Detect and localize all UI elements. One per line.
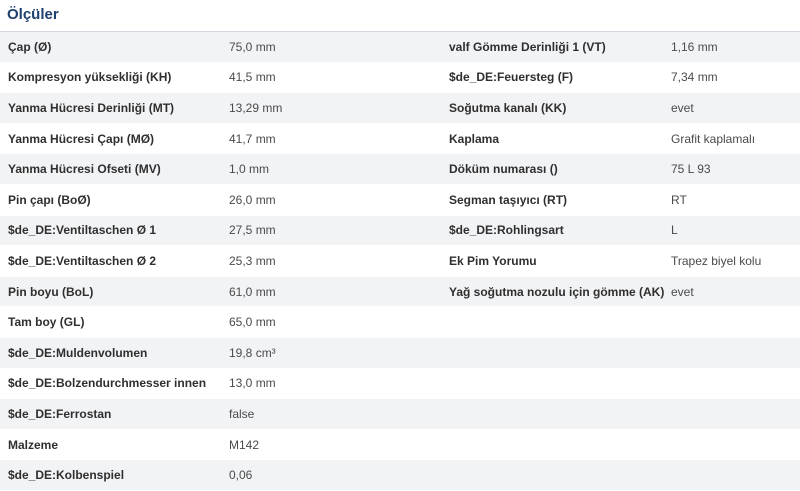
spec-value: false: [229, 406, 255, 421]
table-row: Kompresyon yüksekliği (KH) 41,5 mm $de_DE:…: [0, 62, 800, 94]
spec-value: Grafit kaplamalı: [671, 131, 756, 146]
spec-value: 0,06: [229, 468, 253, 483]
spec-value: evet: [671, 284, 694, 299]
spec-value: 27,5 mm: [229, 223, 276, 238]
spec-value: 26,0 mm: [229, 192, 276, 207]
spec-value: 1,16 mm: [671, 39, 718, 54]
spec-value: 1,0 mm: [229, 162, 270, 177]
spec-label: Tam boy (GL): [8, 315, 85, 330]
spec-label: Çap (Ø): [8, 39, 52, 54]
spec-label: Yağ soğutma nozulu için gömme (AK): [449, 284, 665, 299]
table-row: Pin çapı (BoØ) 26,0 mm Segman taşıyıcı (RT…: [0, 184, 800, 216]
spec-label: Yanma Hücresi Derinliği (MT): [8, 100, 175, 115]
spec-value: 7,34 mm: [671, 70, 718, 85]
table-row: $de_DE:Ventiltaschen Ø 1 27,5 mm $de_DE:Ro…: [0, 215, 800, 247]
table-row: Yanma Hücresi Ofseti (MV) 1,0 mm Döküm num…: [0, 154, 800, 185]
spec-label: Kompresyon yüksekliği (KH): [8, 70, 172, 85]
spec-value: RT: [671, 192, 687, 207]
spec-value: 19,8 cm³: [229, 345, 276, 360]
table-row: Yanma Hücresi Derinliği (MT) 13,29 mm Soğu…: [0, 93, 800, 124]
spec-label: Pin çapı (BoØ): [8, 192, 91, 207]
spec-value: L: [671, 223, 678, 238]
spec-label: Kaplama: [449, 131, 500, 146]
spec-value: M142: [229, 437, 260, 452]
spec-label: Ek Pim Yorumu: [449, 253, 537, 268]
table-row: $de_DE:Ferrostan false: [0, 399, 800, 430]
spec-label: Malzeme: [8, 437, 59, 452]
spec-label: Soğutma kanalı (KK): [449, 100, 567, 115]
spec-label: Segman taşıyıcı (RT): [449, 192, 568, 207]
spec-label: $de_DE:Ventiltaschen Ø 1: [8, 223, 157, 238]
table-row: Yanma Hücresi Çapı (MØ) 41,7 mm Kaplama Gra…: [0, 123, 800, 155]
spec-value: 25,3 mm: [229, 253, 276, 268]
table-row: Pin boyu (BoL) 61,0 mm Yağ soğutma nozulu …: [0, 276, 800, 308]
spec-value: 13,0 mm: [229, 376, 276, 391]
table-row: $de_DE:Ventiltaschen Ø 2 25,3 mm Ek Pim Yo…: [0, 246, 800, 277]
spec-label: Döküm numarası (): [449, 162, 558, 177]
section-title: Ölçüler: [7, 6, 59, 23]
spec-label: $de_DE:Bolzendurchmesser innen: [8, 376, 207, 391]
spec-value: 41,5 mm: [229, 70, 276, 85]
spec-value: 75,0 mm: [229, 39, 276, 54]
spec-label: Yanma Hücresi Çapı (MØ): [8, 131, 155, 146]
table-row: $de_DE:Bolzendurchmesser innen 13,0 mm: [0, 368, 800, 400]
spec-label: Yanma Hücresi Ofseti (MV): [8, 162, 161, 177]
spec-label: $de_DE:Muldenvolumen: [8, 345, 148, 360]
table-row: $de_DE:Kolbenspiel 0,06: [0, 460, 800, 491]
table-row: Tam boy (GL) 65,0 mm: [0, 307, 800, 338]
spec-label: $de_DE:Feuersteg (F): [449, 70, 574, 85]
spec-label: $de_DE:Ferrostan: [8, 406, 112, 421]
spec-label: valf Gömme Derinliği 1 (VT): [449, 39, 606, 54]
spec-value: 41,7 mm: [229, 131, 276, 146]
spec-value: Trapez biyel kolu: [671, 253, 762, 268]
spec-value: evet: [671, 100, 694, 115]
spec-label: $de_DE:Ventiltaschen Ø 2: [8, 253, 157, 268]
table-row: $de_DE:Muldenvolumen 19,8 cm³: [0, 337, 800, 369]
spec-value: 65,0 mm: [229, 315, 276, 330]
spec-label: $de_DE:Rohlingsart: [449, 223, 564, 238]
table-row: Malzeme M142: [0, 429, 800, 461]
spec-label: Pin boyu (BoL): [8, 284, 94, 299]
table-row: Çap (Ø) 75,0 mm valf Gömme Derinliği 1 (VT…: [0, 32, 800, 63]
spec-value: 13,29 mm: [229, 100, 283, 115]
spec-value: 75 L 93: [671, 162, 711, 177]
spec-value: 61,0 mm: [229, 284, 276, 299]
spec-label: $de_DE:Kolbenspiel: [8, 468, 125, 483]
specs-table: Çap (Ø) 75,0 mm valf Gömme Derinliği 1 (VT…: [0, 32, 800, 491]
